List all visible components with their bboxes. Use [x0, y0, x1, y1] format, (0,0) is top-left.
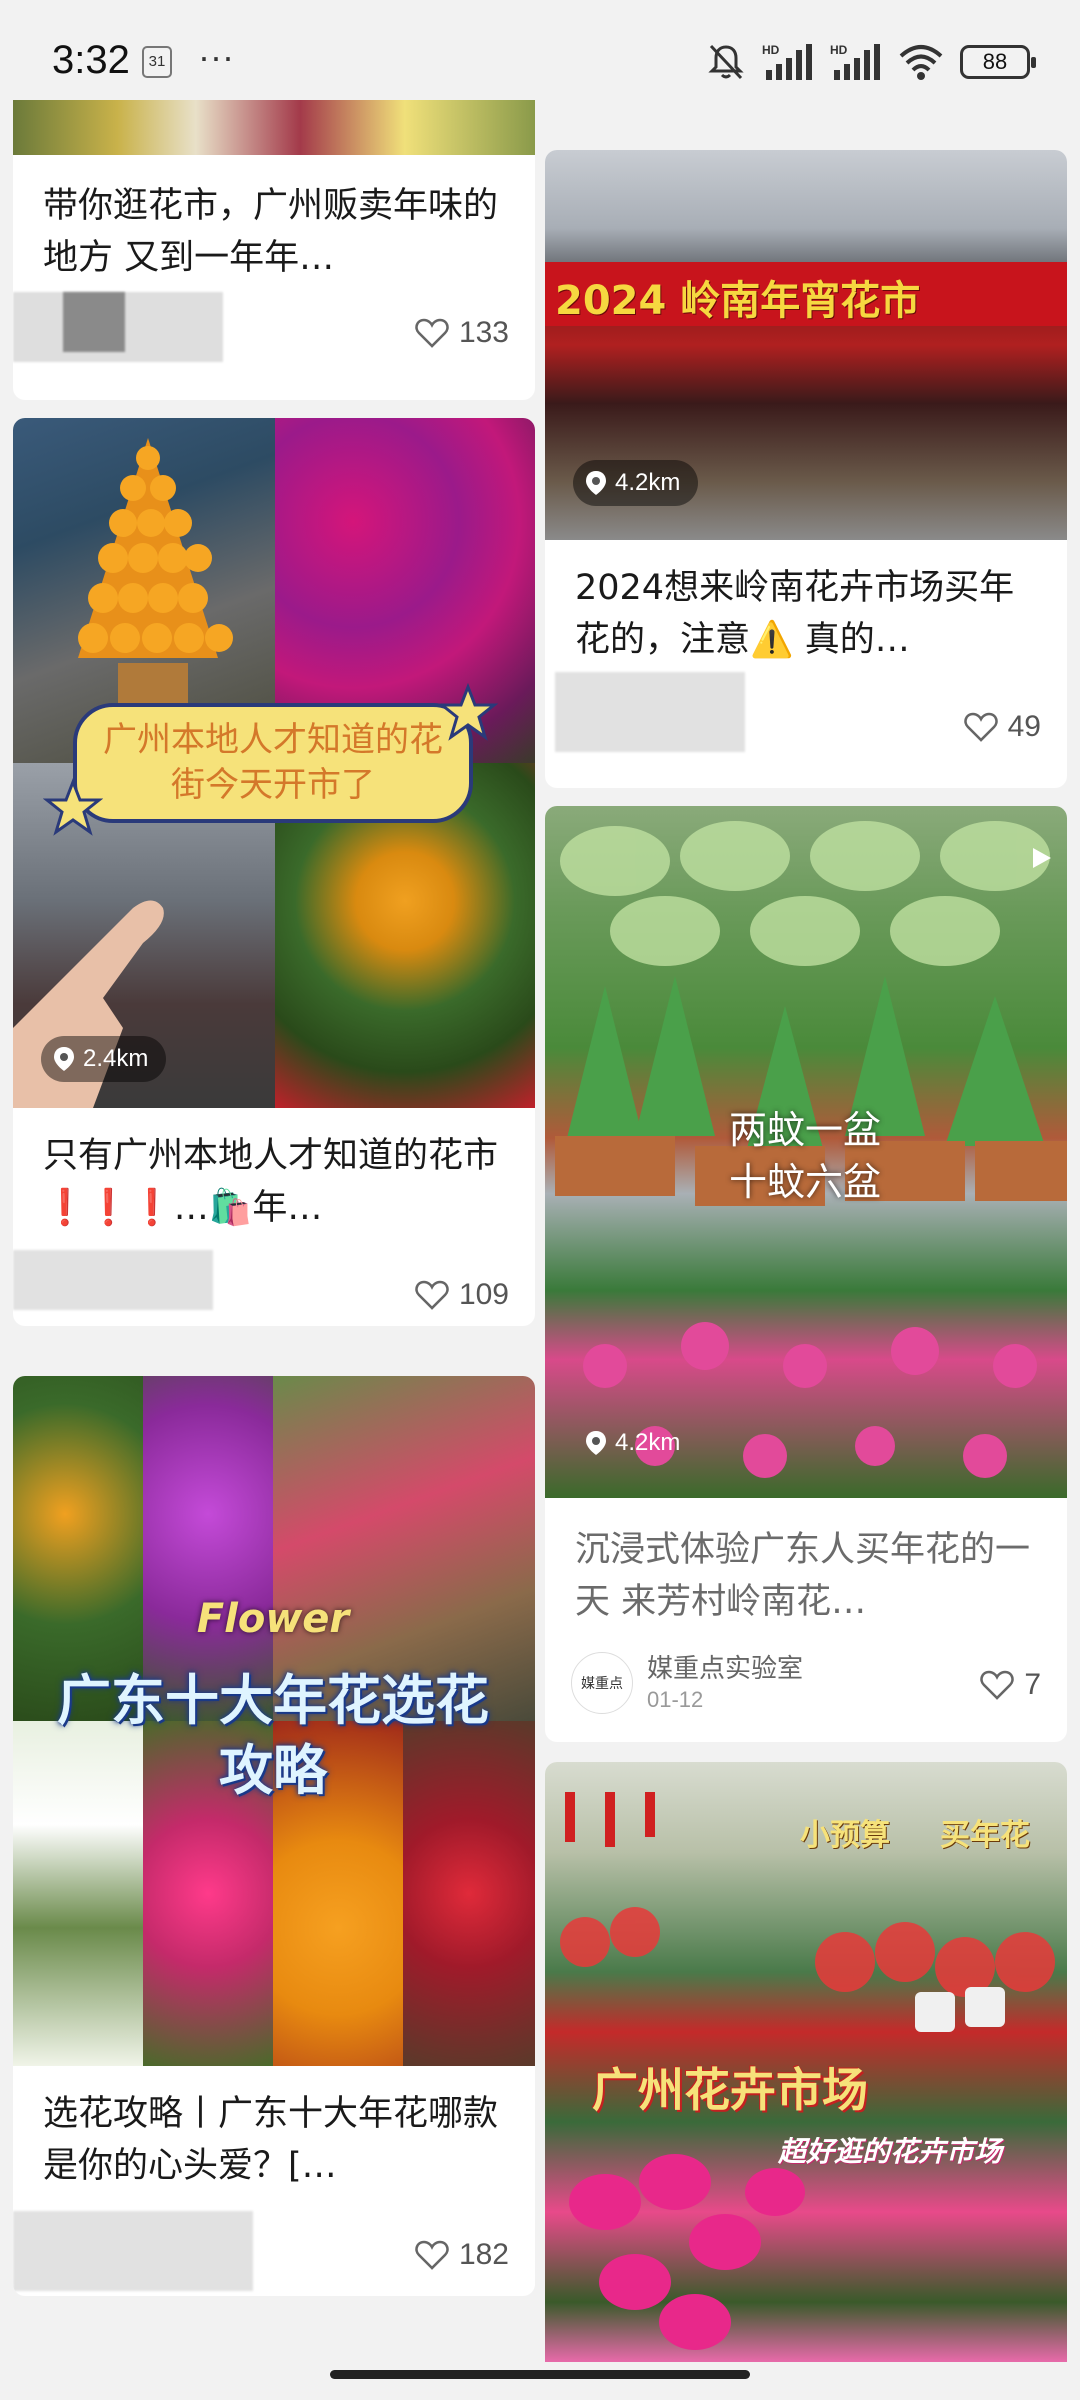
image-caption-top: Flower: [196, 1596, 350, 1642]
status-bar: 3:32 31 ··· HD HD 88: [0, 0, 1080, 100]
card-title: 带你逛花市，广州贩卖年味的地方 又到一年年…: [43, 186, 499, 278]
like-count: 133: [458, 316, 509, 349]
feed-card[interactable]: 小预算 买年花 广州花卉市场 超好逛的花卉市场: [545, 1762, 1067, 2362]
like-count: 109: [458, 1278, 509, 1311]
feed-card[interactable]: 带你逛花市，广州贩卖年味的地方 又到一年年… 133: [13, 60, 535, 400]
image-caption-sub: 超好逛的花卉市场: [777, 2135, 1002, 2168]
heart-icon: [980, 1670, 1015, 1700]
location-distance: 4.2km: [615, 1429, 681, 1456]
location-pin-icon: [586, 1431, 606, 1455]
card-title: 选花攻略丨广东十大年花哪款是你的心头爱？[…: [43, 2094, 499, 2186]
feed-card[interactable]: 2024 岭南年宵花市 4.2km 2024想来岭南花卉市场买年花的，注意⚠️ …: [545, 150, 1067, 788]
status-icons: HD HD 88: [706, 40, 1036, 84]
author-name: 媒重点实验室: [647, 1654, 804, 1684]
image-banner-text: 2024 岭南年宵花市: [555, 278, 921, 324]
home-indicator[interactable]: [330, 2370, 750, 2379]
location-pin-icon: [54, 1047, 74, 1071]
video-play-icon: [1033, 848, 1051, 868]
image-caption-top-left: 小预算: [800, 1818, 890, 1853]
like-count: 49: [1007, 710, 1041, 743]
card-title: 2024想来岭南花卉市场买年花的，注意⚠️ 真的…: [575, 568, 1015, 660]
image-caption: 广州本地人才知道的花街今天开市了: [103, 720, 443, 805]
author-blurred: [555, 672, 745, 752]
card-image: 两蚊一盆 十蚊六盆 4.2km: [545, 806, 1067, 1498]
author-info[interactable]: 媒重点 媒重点实验室 01-12: [571, 1652, 803, 1714]
location-distance: 4.2km: [615, 469, 681, 496]
location-distance: 2.4km: [83, 1045, 149, 1072]
signal-2-icon: HD: [830, 43, 880, 80]
wifi-icon: [899, 45, 943, 80]
location-badge: 4.2km: [573, 1420, 698, 1466]
avatar: 媒重点: [571, 1652, 633, 1714]
feed-card[interactable]: 广州本地人才知道的花街今天开市了 2.4km 只有广州本地人才知道的花市❗❗❗……: [13, 418, 535, 1326]
like-button[interactable]: 109: [415, 1278, 509, 1312]
card-title: 只有广州本地人才知道的花市❗❗❗…🛍️年…: [43, 1136, 499, 1228]
star-icon: [438, 683, 498, 741]
heart-icon: [963, 712, 998, 742]
location-badge: 4.2km: [573, 460, 699, 506]
author-blurred: [13, 1250, 213, 1310]
card-image: 2024 岭南年宵花市 4.2km: [545, 150, 1067, 540]
like-button[interactable]: 133: [415, 316, 509, 350]
like-button[interactable]: 49: [963, 710, 1041, 744]
card-title: 沉浸式体验广东人买年花的一天 来芳村岭南花…: [575, 1530, 1031, 1622]
heart-icon: [415, 1280, 449, 1310]
location-pin-icon: [586, 471, 606, 495]
like-button[interactable]: 182: [415, 2238, 509, 2272]
more-icon: ···: [198, 36, 234, 77]
feed-card[interactable]: 两蚊一盆 十蚊六盆 4.2km 沉浸式体验广东人买年花的一天 来芳村岭南花… 媒…: [545, 806, 1067, 1742]
svg-text:HD: HD: [762, 43, 780, 57]
signal-1-icon: HD: [762, 43, 812, 80]
card-image: Flower 广东十大年花选花攻略: [13, 1376, 535, 2066]
mute-bell-icon: [708, 44, 744, 80]
battery-icon: 88: [960, 45, 1036, 79]
post-date: 01-12: [647, 1687, 704, 1712]
image-caption-top-right: 买年花: [940, 1818, 1030, 1853]
heart-icon: [415, 318, 449, 348]
like-button[interactable]: 7: [980, 1668, 1041, 1702]
like-count: 7: [1024, 1668, 1041, 1701]
location-badge: 2.4km: [41, 1036, 167, 1082]
star-icon: [43, 778, 103, 836]
calendar-icon: 31: [142, 46, 172, 78]
svg-text:HD: HD: [830, 43, 848, 57]
image-caption-main: 广州花卉市场: [592, 2063, 868, 2117]
status-time: 3:32: [52, 38, 130, 82]
card-image: 广州本地人才知道的花街今天开市了 2.4km: [13, 418, 535, 1108]
like-count: 182: [458, 2238, 509, 2271]
heart-icon: [415, 2240, 449, 2270]
image-caption: 两蚊一盆 十蚊六盆: [728, 1108, 881, 1204]
image-caption-main: 广东十大年花选花攻略: [57, 1669, 489, 1802]
author-blurred: [13, 2211, 253, 2291]
card-image: 小预算 买年花 广州花卉市场 超好逛的花卉市场: [545, 1762, 1067, 2362]
feed-card[interactable]: Flower 广东十大年花选花攻略 选花攻略丨广东十大年花哪款是你的心头爱？[……: [13, 1376, 535, 2296]
